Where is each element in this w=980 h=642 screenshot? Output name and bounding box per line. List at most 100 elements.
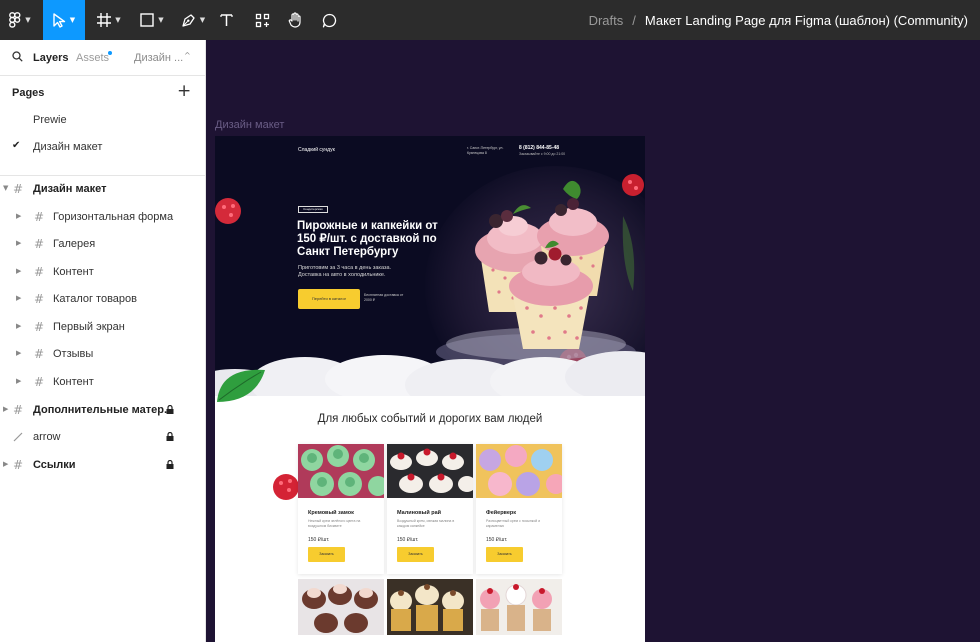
order-button: Заказать (308, 547, 345, 562)
product-price: 150 ₽/шт. (308, 537, 330, 543)
frame-icon: # (34, 237, 45, 251)
layer-label: Каталог товаров (53, 293, 137, 305)
layer-row[interactable]: ▶ # Контент (0, 260, 205, 284)
caret-right-icon[interactable]: ▶ (16, 377, 21, 385)
raspberry-decor (273, 474, 299, 500)
pages-heading: Pages (12, 87, 45, 99)
layer-label: Контент (53, 266, 94, 278)
page-item[interactable]: Prewie (0, 108, 205, 132)
comment-tool-button[interactable] (317, 0, 341, 40)
product-photo (476, 444, 562, 498)
leaf-decor (217, 369, 265, 402)
chevron-down-icon: ▼ (115, 16, 121, 24)
lock-icon[interactable] (166, 432, 174, 441)
frame-icon: # (34, 210, 45, 224)
search-icon[interactable] (12, 51, 23, 62)
caret-right-icon[interactable]: ▶ (16, 294, 21, 302)
text-icon (219, 14, 233, 26)
breadcrumb: Drafts / Макет Landing Page для Figma (ш… (589, 0, 968, 40)
chevron-down-icon: ▼ (25, 16, 31, 24)
product-card: Фейерверк Разноцветный крем с посыпкой и… (476, 444, 562, 574)
layer-row[interactable]: ▶ # Ссылки (0, 453, 205, 477)
product-name: Малиновый рай (397, 510, 442, 516)
page-dropdown[interactable]: Дизайн ... (134, 52, 183, 64)
file-title[interactable]: Макет Landing Page для Figma (шаблон) (C… (645, 13, 968, 28)
layer-row[interactable]: ▶ # Галерея (0, 232, 205, 256)
caret-right-icon[interactable]: ▶ (16, 212, 21, 220)
hash-frame-icon (97, 13, 112, 27)
hand-tool-button[interactable] (283, 0, 307, 40)
product-price: 150 ₽/шт. (486, 537, 508, 543)
page-label: Дизайн макет (33, 141, 103, 153)
toolbar: ▼ ▼ ▼ ▼ ▼ Drafts / Макет Landing Page дл… (0, 0, 980, 40)
move-tool-button[interactable]: ▼ (43, 0, 85, 40)
caret-down-icon[interactable]: ▼ (3, 184, 8, 192)
assets-notification-dot (108, 51, 112, 55)
product-photo (298, 444, 384, 498)
shape-tool-button[interactable]: ▼ (133, 0, 171, 40)
breadcrumb-drafts-link[interactable]: Drafts (589, 13, 624, 28)
layer-label: arrow (33, 431, 61, 443)
caret-right-icon[interactable]: ▶ (16, 322, 21, 330)
panel-tabs: Layers Assets Дизайн ... ^ (0, 40, 205, 76)
layer-row[interactable]: ▶ # Горизонтальная форма (0, 205, 205, 229)
chevron-up-icon[interactable]: ^ (184, 51, 191, 60)
checkmark-icon: ✔ (12, 140, 21, 151)
order-button: Заказать (397, 547, 434, 562)
product-photo (298, 579, 384, 635)
layer-label: Дополнительные матер... (33, 404, 174, 416)
layer-row[interactable]: ▶ # Дополнительные матер... (0, 398, 205, 422)
chevron-down-icon: ▼ (199, 16, 206, 24)
lock-icon[interactable] (166, 460, 174, 469)
breadcrumb-separator: / (632, 12, 636, 28)
layer-row[interactable]: ▶ # Контент (0, 370, 205, 394)
frame-icon: # (13, 403, 24, 417)
frame-tool-button[interactable]: ▼ (90, 0, 128, 40)
add-page-button[interactable]: + (177, 83, 191, 100)
layer-label: Горизонтальная форма (53, 211, 174, 223)
cursor-icon (53, 12, 65, 28)
pen-icon (182, 13, 195, 27)
layer-row[interactable]: arrow (0, 425, 205, 449)
tab-assets[interactable]: Assets (76, 52, 109, 64)
product-photo (387, 444, 473, 498)
order-button: Заказать (486, 547, 523, 562)
frame-icon: # (34, 320, 45, 334)
layer-row[interactable]: ▶ # Первый экран (0, 315, 205, 339)
rectangle-icon (140, 13, 154, 27)
layer-label: Контент (53, 376, 94, 388)
product-description: Разноцветный крем с посыпкой и карамелью (486, 519, 541, 528)
layer-label: Первый экран (53, 321, 125, 333)
layer-row[interactable]: ▶ # Отзывы (0, 342, 205, 366)
layer-row[interactable]: ▼ # Дизайн макет (0, 177, 205, 201)
layer-label: Отзывы (53, 348, 94, 360)
components-icon (255, 13, 269, 27)
caret-right-icon[interactable]: ▶ (16, 349, 21, 357)
pen-tool-button[interactable]: ▼ (174, 0, 212, 40)
tab-layers[interactable]: Layers (33, 52, 68, 64)
caret-right-icon[interactable]: ▶ (3, 460, 8, 468)
product-photo (387, 579, 473, 635)
layer-label: Ссылки (33, 459, 76, 471)
frame-name-label[interactable]: Дизайн макет (215, 119, 284, 131)
caret-right-icon[interactable]: ▶ (16, 267, 21, 275)
frame-icon: # (34, 347, 45, 361)
lock-icon[interactable] (166, 405, 174, 414)
layer-row[interactable]: ▶ # Каталог товаров (0, 287, 205, 311)
caret-right-icon[interactable]: ▶ (16, 239, 21, 247)
layer-label: Галерея (53, 238, 96, 250)
text-tool-button[interactable] (214, 0, 238, 40)
chevron-down-icon: ▼ (158, 16, 164, 24)
page-item[interactable]: ✔ Дизайн макет (0, 135, 205, 159)
main-menu-button[interactable]: ▼ (0, 0, 40, 40)
resources-button[interactable] (250, 0, 274, 40)
layers-panel: Layers Assets Дизайн ... ^ Pages + Prewi… (0, 40, 206, 642)
line-icon (13, 432, 23, 442)
caret-right-icon[interactable]: ▶ (3, 405, 8, 413)
divider (0, 175, 205, 176)
design-frame[interactable]: Сладкий сундук г. Санкт-Петербург, ул. К… (215, 136, 645, 642)
hero-section: Сладкий сундук г. Санкт-Петербург, ул. К… (215, 136, 645, 398)
comment-icon (322, 13, 336, 27)
chevron-down-icon: ▼ (69, 16, 76, 24)
product-description: Нежный крем зелёного цвета на воздушном … (308, 519, 361, 528)
